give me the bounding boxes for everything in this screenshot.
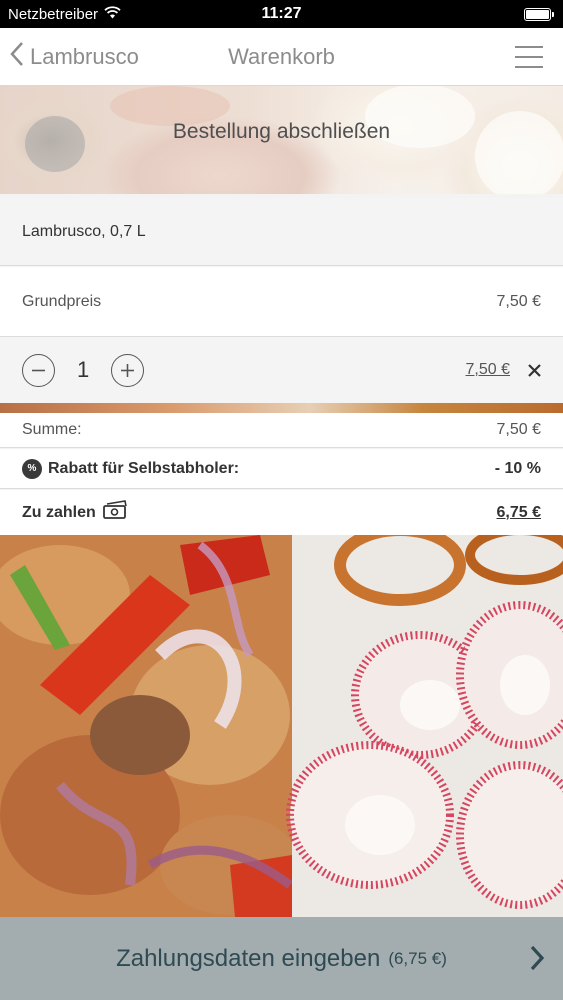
total-label: Zu zahlen — [22, 503, 96, 521]
status-left: Netzbetreiber — [8, 6, 121, 23]
quantity-row: 1 7,50 € — [0, 337, 563, 403]
total-row: Zu zahlen 6,75 € — [0, 490, 563, 535]
quantity-value: 1 — [77, 357, 90, 382]
food-image — [0, 535, 563, 917]
total-value: 6,75 € — [496, 503, 541, 521]
enter-payment-label: Zahlungsdaten eingeben — [116, 944, 381, 972]
carrier-name: Netzbetreiber — [8, 5, 99, 23]
back-label: Lambrusco — [30, 44, 139, 69]
page-heading: Bestellung abschließen — [172, 120, 391, 143]
discount-value: - 10 % — [494, 459, 541, 477]
cart-item-name: Lambrusco, 0,7 L — [22, 222, 146, 240]
percent-badge-icon: % — [22, 458, 42, 479]
food-strip-image — [0, 403, 563, 413]
cart-item-name-row: Lambrusco, 0,7 L — [0, 198, 563, 266]
increase-quantity-button[interactable] — [111, 353, 144, 387]
quantity-stepper: 1 — [22, 353, 144, 387]
status-bar: Netzbetreiber 11:27 — [0, 0, 563, 28]
hamburger-menu-icon[interactable] — [515, 46, 543, 68]
base-price-label: Grundpreis — [22, 292, 102, 310]
enter-payment-button[interactable]: Zahlungsdaten eingeben (6,75 €) — [0, 917, 563, 1000]
base-price-value: 7,50 € — [496, 292, 541, 310]
sum-value: 7,50 € — [496, 421, 541, 438]
wifi-icon — [104, 5, 121, 23]
chevron-right-icon — [529, 945, 545, 976]
decrease-quantity-button[interactable] — [22, 353, 55, 387]
minus-icon — [32, 369, 45, 371]
sum-label: Summe: — [22, 421, 82, 438]
base-price-row: Grundpreis 7,50 € — [0, 267, 563, 337]
enter-payment-amount: (6,75 €) — [388, 948, 447, 968]
sum-row: Summe: 7,50 € — [0, 413, 563, 448]
plus-icon — [121, 363, 134, 377]
discount-row: % Rabatt für Selbstabholer: - 10 % — [0, 449, 563, 489]
line-total: 7,50 € — [465, 361, 510, 378]
line-total-group: 7,50 € — [466, 361, 541, 379]
header-food-image: Bestellung abschließen — [0, 86, 563, 194]
battery-icon — [524, 7, 554, 21]
chevron-left-icon — [10, 41, 24, 73]
nav-bar: Lambrusco Warenkorb — [0, 28, 563, 86]
discount-label: Rabatt für Selbstabholer: — [48, 459, 240, 477]
cash-icon — [102, 500, 128, 525]
close-icon[interactable] — [528, 363, 541, 377]
back-button[interactable]: Lambrusco — [10, 28, 139, 86]
